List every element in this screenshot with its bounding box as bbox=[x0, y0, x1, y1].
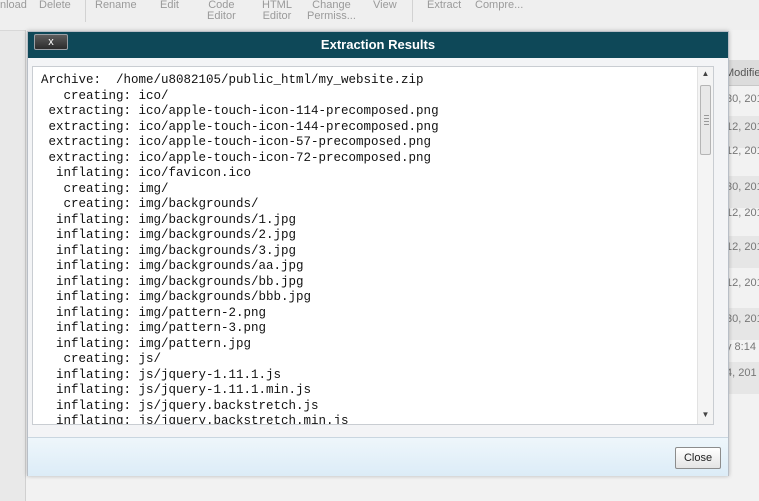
log-line: creating: ico/ bbox=[41, 88, 169, 103]
dialog-header: Extraction Results x bbox=[28, 32, 728, 58]
dialog-footer: Close bbox=[28, 437, 728, 476]
scroll-down-arrow-icon[interactable]: ▼ bbox=[698, 408, 713, 422]
extraction-log-box[interactable]: Archive: /home/u8082105/public_html/my_w… bbox=[32, 66, 714, 425]
log-line: inflating: js/jquery-1.11.1.js bbox=[41, 367, 282, 382]
log-line: inflating: img/pattern-3.png bbox=[41, 321, 267, 335]
log-line: extracting: ico/apple-touch-icon-72-prec… bbox=[41, 150, 432, 165]
log-line: extracting: ico/apple-touch-icon-144-pre… bbox=[41, 119, 439, 134]
toolbar-label: Compre... bbox=[475, 0, 524, 11]
close-icon: x bbox=[48, 36, 54, 48]
toolbar-change-permissions-button[interactable]: Change Permiss... bbox=[307, 0, 356, 22]
log-line: creating: img/ bbox=[41, 181, 169, 196]
dialog-title: Extraction Results bbox=[320, 37, 436, 52]
log-line: inflating: img/backgrounds/bbb.jpg bbox=[41, 290, 312, 304]
log-line: creating: img/backgrounds/ bbox=[41, 197, 259, 211]
log-line: inflating: img/backgrounds/bb.jpg bbox=[41, 274, 304, 289]
toolbar-html-editor-button[interactable]: HTML Editor bbox=[262, 0, 292, 22]
file-manager-toolbar: nload Delete Rename Edit Code Editor HTML… bbox=[0, 0, 759, 31]
scrollbar-thumb[interactable] bbox=[700, 85, 711, 155]
toolbar-compress-button[interactable]: Compre... bbox=[475, 0, 523, 11]
log-line: extracting: ico/apple-touch-icon-57-prec… bbox=[41, 135, 432, 149]
toolbar-delete-button[interactable]: Delete bbox=[39, 0, 71, 11]
toolbar-view-button[interactable]: View bbox=[373, 0, 397, 11]
extraction-results-dialog: Extraction Results x Archive: /home/u808… bbox=[27, 31, 729, 476]
scroll-up-arrow-icon[interactable]: ▲ bbox=[698, 67, 713, 81]
toolbar-label: View bbox=[373, 0, 397, 11]
toolbar-separator bbox=[412, 0, 413, 22]
toolbar-label: Editor bbox=[262, 10, 292, 22]
toolbar-extract-button[interactable]: Extract bbox=[427, 0, 461, 11]
log-line: inflating: js/jquery-1.11.1.min.js bbox=[41, 383, 312, 397]
toolbar-label: Edit bbox=[160, 0, 179, 11]
toolbar-label: Rename bbox=[95, 0, 137, 11]
log-line: inflating: img/backgrounds/3.jpg bbox=[41, 243, 297, 258]
log-scrollbar[interactable]: ▲ ▼ bbox=[697, 67, 713, 424]
grip-line bbox=[704, 121, 709, 122]
toolbar-edit-button[interactable]: Edit bbox=[160, 0, 179, 11]
grip-line bbox=[704, 124, 709, 125]
toolbar-label: Delete bbox=[39, 0, 71, 11]
log-line: extracting: ico/apple-touch-icon-114-pre… bbox=[41, 104, 439, 118]
log-line: inflating: img/backgrounds/aa.jpg bbox=[41, 259, 304, 273]
grip-line bbox=[704, 115, 709, 116]
log-line: inflating: js/jquery.backstretch.min.js bbox=[41, 414, 349, 425]
toolbar-label: Editor bbox=[207, 10, 236, 22]
log-line: inflating: js/jquery.backstretch.js bbox=[41, 398, 319, 413]
dialog-close-x-button[interactable]: x bbox=[34, 34, 68, 50]
close-button[interactable]: Close bbox=[675, 447, 721, 469]
toolbar-download-button[interactable]: nload bbox=[0, 0, 27, 11]
extraction-log-text: Archive: /home/u8082105/public_html/my_w… bbox=[41, 73, 439, 425]
toolbar-label: Permiss... bbox=[307, 10, 356, 22]
log-line: Archive: /home/u8082105/public_html/my_w… bbox=[41, 73, 424, 87]
log-line: inflating: img/backgrounds/2.jpg bbox=[41, 228, 297, 242]
log-line: inflating: img/pattern.jpg bbox=[41, 336, 252, 351]
grip-line bbox=[704, 118, 709, 119]
log-line: inflating: img/pattern-2.png bbox=[41, 305, 267, 320]
toolbar-label: nload bbox=[0, 0, 27, 11]
toolbar-code-editor-button[interactable]: Code Editor bbox=[207, 0, 236, 22]
toolbar-rename-button[interactable]: Rename bbox=[95, 0, 137, 11]
log-line: inflating: ico/favicon.ico bbox=[41, 166, 252, 180]
log-line: creating: js/ bbox=[41, 352, 162, 366]
toolbar-separator bbox=[85, 0, 86, 22]
log-line: inflating: img/backgrounds/1.jpg bbox=[41, 212, 297, 227]
toolbar-label: Extract bbox=[427, 0, 462, 11]
